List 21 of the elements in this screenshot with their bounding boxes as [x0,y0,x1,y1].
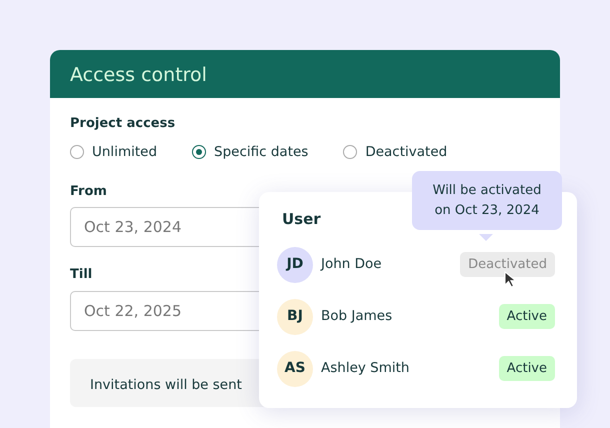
column-heading: User [282,209,321,230]
avatar: JD [277,246,313,282]
card-title: Access control [70,64,207,86]
avatar: BJ [277,298,313,334]
user-name: John Doe [321,255,382,274]
field-label: Till [70,266,92,284]
tooltip: Will be activated on Oct 23, 2024 [412,171,562,230]
radio-button[interactable] [192,144,206,159]
field-label: From [70,182,107,201]
tooltip-pointer [479,234,493,242]
radio-button[interactable] [343,144,358,159]
radio-label[interactable]: Unlimited [92,142,158,162]
radio-button[interactable] [70,144,84,159]
avatar: AS [277,350,313,386]
status-tag: Active [498,304,555,330]
field-label: Project access [70,115,176,133]
user-name: Ashley Smith [321,359,410,378]
radio-label[interactable]: Specific dates [214,142,308,162]
status-tag: Deactivated [460,252,555,278]
radio-label[interactable]: Deactivated [365,142,448,162]
status-tag: Active [498,356,555,382]
